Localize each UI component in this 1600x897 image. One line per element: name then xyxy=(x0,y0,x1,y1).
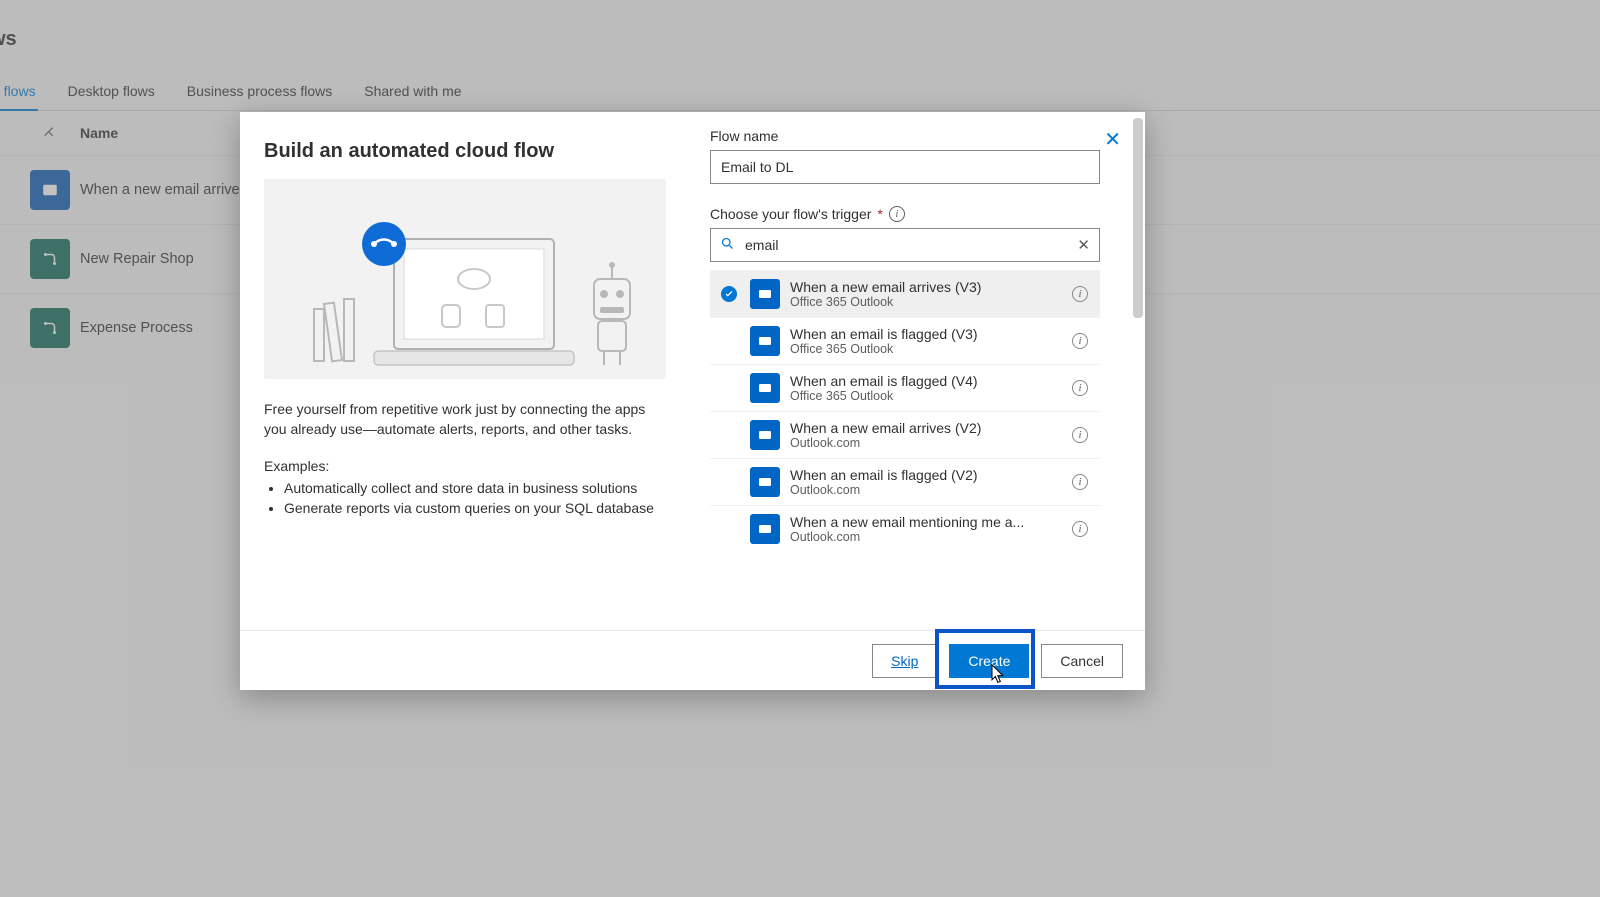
trigger-item[interactable]: When a new email mentioning me a... Outl… xyxy=(710,505,1100,552)
info-icon[interactable]: i xyxy=(1072,380,1088,396)
trigger-connector: Office 365 Outlook xyxy=(790,389,1060,403)
trigger-connector: Outlook.com xyxy=(790,530,1060,544)
trigger-item[interactable]: When an email is flagged (V2) Outlook.co… xyxy=(710,458,1100,505)
trigger-title: When an email is flagged (V3) xyxy=(790,326,1060,342)
skip-button[interactable]: Skip xyxy=(872,644,937,678)
clear-icon[interactable]: ✕ xyxy=(1077,236,1090,254)
scrollbar[interactable] xyxy=(1133,118,1143,318)
close-icon[interactable]: ✕ xyxy=(1104,130,1121,150)
trigger-item[interactable]: When an email is flagged (V3) Office 365… xyxy=(710,317,1100,364)
trigger-item[interactable]: When a new email arrives (V3) Office 365… xyxy=(710,270,1100,317)
info-icon[interactable]: i xyxy=(1072,286,1088,302)
trigger-title: When an email is flagged (V4) xyxy=(790,373,1060,389)
outlook-connector-icon xyxy=(750,420,780,450)
trigger-search-input[interactable] xyxy=(710,228,1100,262)
create-button[interactable]: Create xyxy=(949,644,1029,678)
outlook-connector-icon xyxy=(750,326,780,356)
outlook-connector-icon xyxy=(750,514,780,544)
flow-name-label: Flow name xyxy=(710,128,1123,144)
cancel-button[interactable]: Cancel xyxy=(1041,644,1123,678)
trigger-connector: Office 365 Outlook xyxy=(790,295,1060,309)
outlook-connector-icon xyxy=(750,279,780,309)
trigger-item[interactable]: When a new email arrives (V2) Outlook.co… xyxy=(710,411,1100,458)
trigger-list: When a new email arrives (V3) Office 365… xyxy=(710,270,1100,630)
modal-title: Build an automated cloud flow xyxy=(264,140,664,163)
example-item: Generate reports via custom queries on y… xyxy=(284,498,664,518)
trigger-item[interactable]: When an email is flagged (V4) Office 365… xyxy=(710,364,1100,411)
flow-name-input[interactable] xyxy=(710,150,1100,184)
examples-heading: Examples: xyxy=(264,458,664,474)
modal-right-panel: ✕ Flow name Choose your flow's trigger *… xyxy=(688,112,1145,630)
illustration xyxy=(264,179,666,379)
trigger-connector: Office 365 Outlook xyxy=(790,342,1060,356)
trigger-title: When a new email mentioning me a... xyxy=(790,514,1060,530)
outlook-connector-icon xyxy=(750,373,780,403)
build-flow-modal: Build an automated cloud flow xyxy=(240,112,1145,690)
outlook-connector-icon xyxy=(750,467,780,497)
trigger-title: When a new email arrives (V2) xyxy=(790,420,1060,436)
info-icon[interactable]: i xyxy=(1072,521,1088,537)
required-asterisk: * xyxy=(877,206,882,222)
modal-left-panel: Build an automated cloud flow xyxy=(240,112,688,630)
example-item: Automatically collect and store data in … xyxy=(284,478,664,498)
trigger-connector: Outlook.com xyxy=(790,483,1060,497)
checkmark-icon xyxy=(721,286,737,302)
info-icon[interactable]: i xyxy=(1072,474,1088,490)
trigger-label: Choose your flow's trigger * i xyxy=(710,206,1123,222)
search-icon xyxy=(720,236,735,255)
info-icon[interactable]: i xyxy=(889,206,905,222)
info-icon[interactable]: i xyxy=(1072,427,1088,443)
trigger-connector: Outlook.com xyxy=(790,436,1060,450)
info-icon[interactable]: i xyxy=(1072,333,1088,349)
examples-list: Automatically collect and store data in … xyxy=(264,478,664,519)
modal-footer: Skip Create Cancel xyxy=(240,630,1145,690)
modal-description: Free yourself from repetitive work just … xyxy=(264,399,664,440)
trigger-title: When a new email arrives (V3) xyxy=(790,279,1060,295)
trigger-title: When an email is flagged (V2) xyxy=(790,467,1060,483)
